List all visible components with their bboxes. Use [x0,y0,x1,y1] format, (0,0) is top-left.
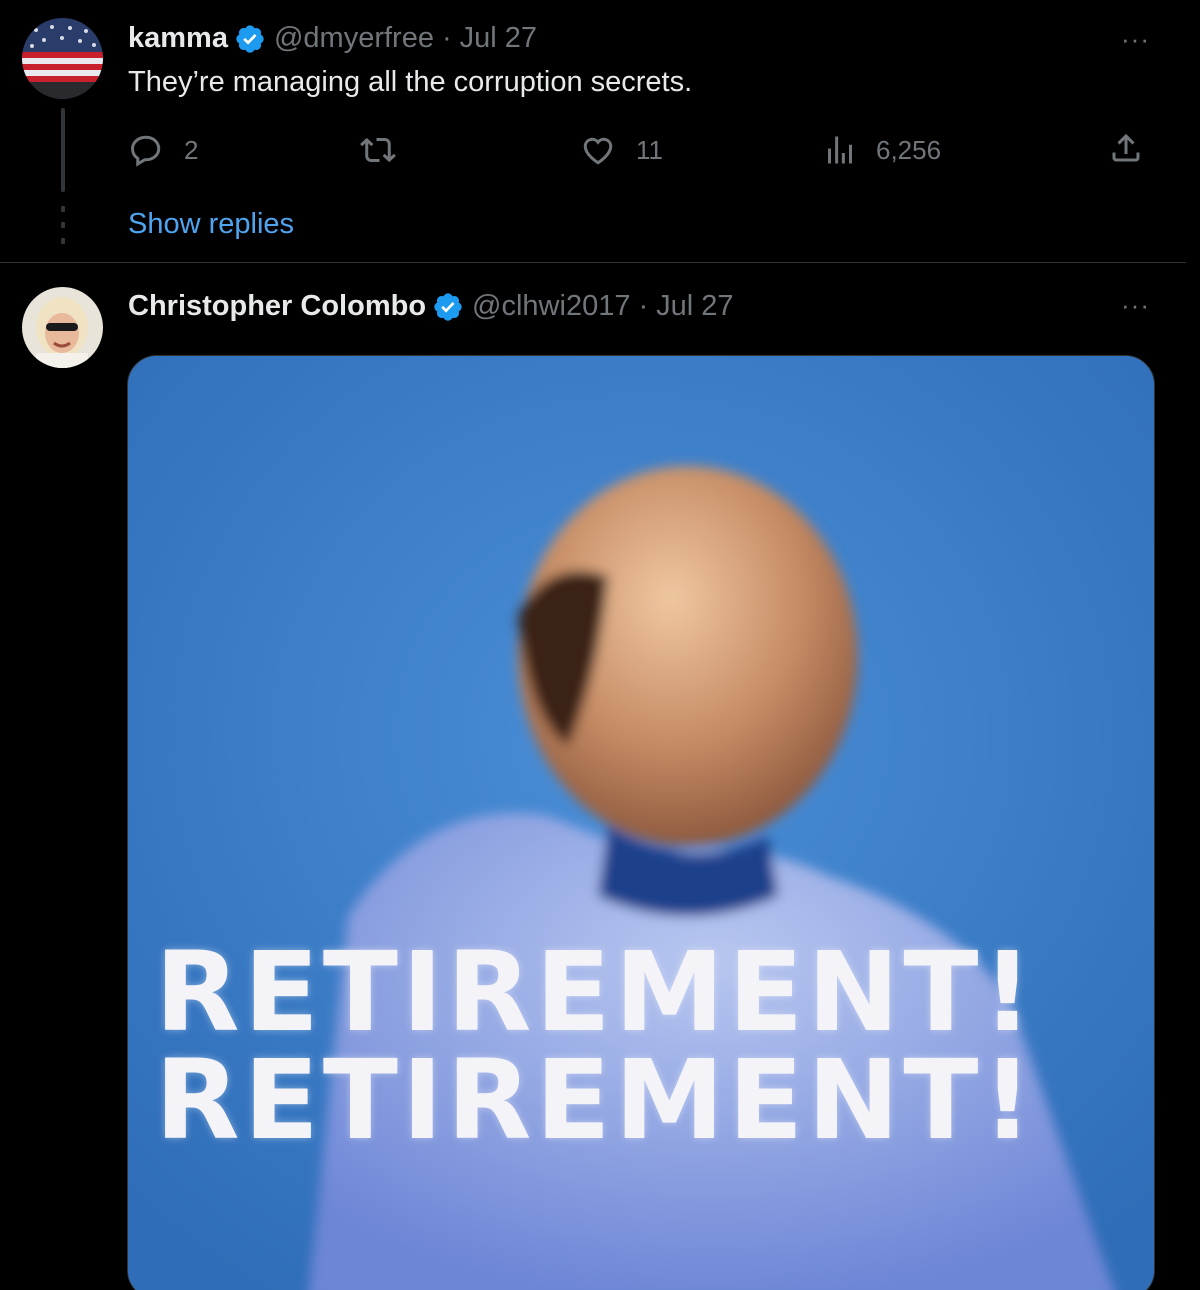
views-count: 6,256 [876,134,942,165]
portrait-avatar-image [22,287,103,368]
avatar-christopher-colombo[interactable] [22,287,103,368]
views-button[interactable]: 6,256 [822,132,941,168]
thread-dots [61,206,65,244]
verified-badge-icon [236,24,264,53]
more-options-button[interactable]: ··· [1121,26,1150,52]
reply-icon [130,135,161,167]
verified-badge-icon [434,292,462,321]
views-icon [828,136,852,164]
share-button[interactable] [1108,130,1144,166]
like-button[interactable]: 11 [580,132,663,168]
reply-button[interactable]: 2 [128,132,198,168]
tweet-text: They’re managing all the corruption secr… [128,66,693,98]
flag-avatar-image [22,18,103,99]
more-options-button[interactable]: ··· [1121,292,1150,318]
gif-caption-line-2: RETIREMENT! [155,1036,1037,1164]
retweet-icon [360,137,396,163]
author-handle[interactable]: @clhwi2017 [472,290,630,323]
avatar-kamma[interactable] [22,18,103,99]
retweet-button[interactable] [360,132,416,168]
tweet-christopher-colombo[interactable]: Christopher Colombo @clhwi2017 · Jul 27 … [0,263,1186,1290]
gif-caption-line-1: RETIREMENT! [155,928,1037,1056]
heart-icon [583,137,613,165]
gif-caption: RETIREMENT! RETIREMENT! [155,928,1145,1164]
show-replies-link[interactable]: Show replies [128,208,294,241]
tweet-date[interactable]: Jul 27 [460,22,537,55]
author-name[interactable]: Christopher Colombo [128,290,426,323]
author-name[interactable]: kamma [128,22,228,55]
tweet-header: Christopher Colombo @clhwi2017 · Jul 27 [128,290,734,323]
tweet-actions: 2 11 6,256 [0,128,1186,172]
separator-dot: · [638,290,649,322]
share-icon [1112,133,1140,162]
tweet-date[interactable]: Jul 27 [656,290,733,323]
author-handle[interactable]: @dmyerfree [274,22,434,55]
like-count: 11 [636,134,663,165]
tweet-kamma[interactable]: kamma @dmyerfree · Jul 27 ··· They’re ma… [0,0,1186,263]
separator-dot: · [441,22,452,54]
reply-count: 2 [184,134,199,165]
tweet-header: kamma @dmyerfree · Jul 27 [128,22,537,55]
